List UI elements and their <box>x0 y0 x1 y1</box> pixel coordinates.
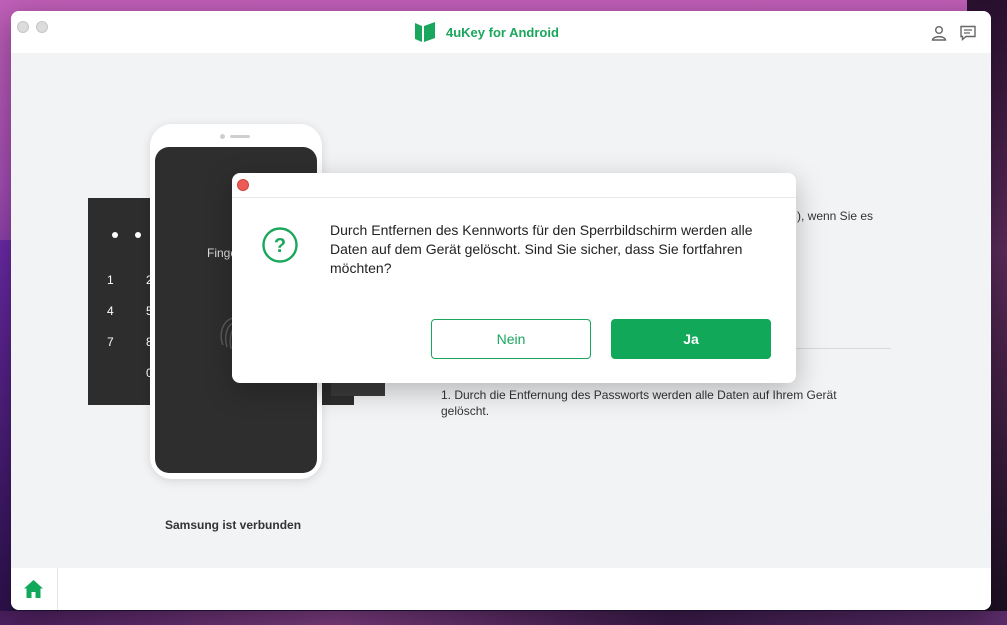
desktop-wallpaper-bottom <box>0 611 1007 625</box>
yes-button[interactable]: Ja <box>611 319 771 359</box>
dialog-message: Durch Entfernen des Kennworts für den Sp… <box>330 222 753 276</box>
question-icon: ? <box>262 227 298 263</box>
svg-text:?: ? <box>274 235 286 257</box>
confirm-dialog: ? Durch Entfernen des Kennworts für den … <box>232 173 796 383</box>
dialog-title-bar <box>232 173 796 198</box>
no-button[interactable]: Nein <box>431 319 591 359</box>
dialog-close-button[interactable] <box>237 179 249 191</box>
modal-overlay: ? Durch Entfernen des Kennworts für den … <box>11 11 991 610</box>
app-window: 4uKey for Android 1 2 4 5 7 8 0 <box>11 11 991 610</box>
